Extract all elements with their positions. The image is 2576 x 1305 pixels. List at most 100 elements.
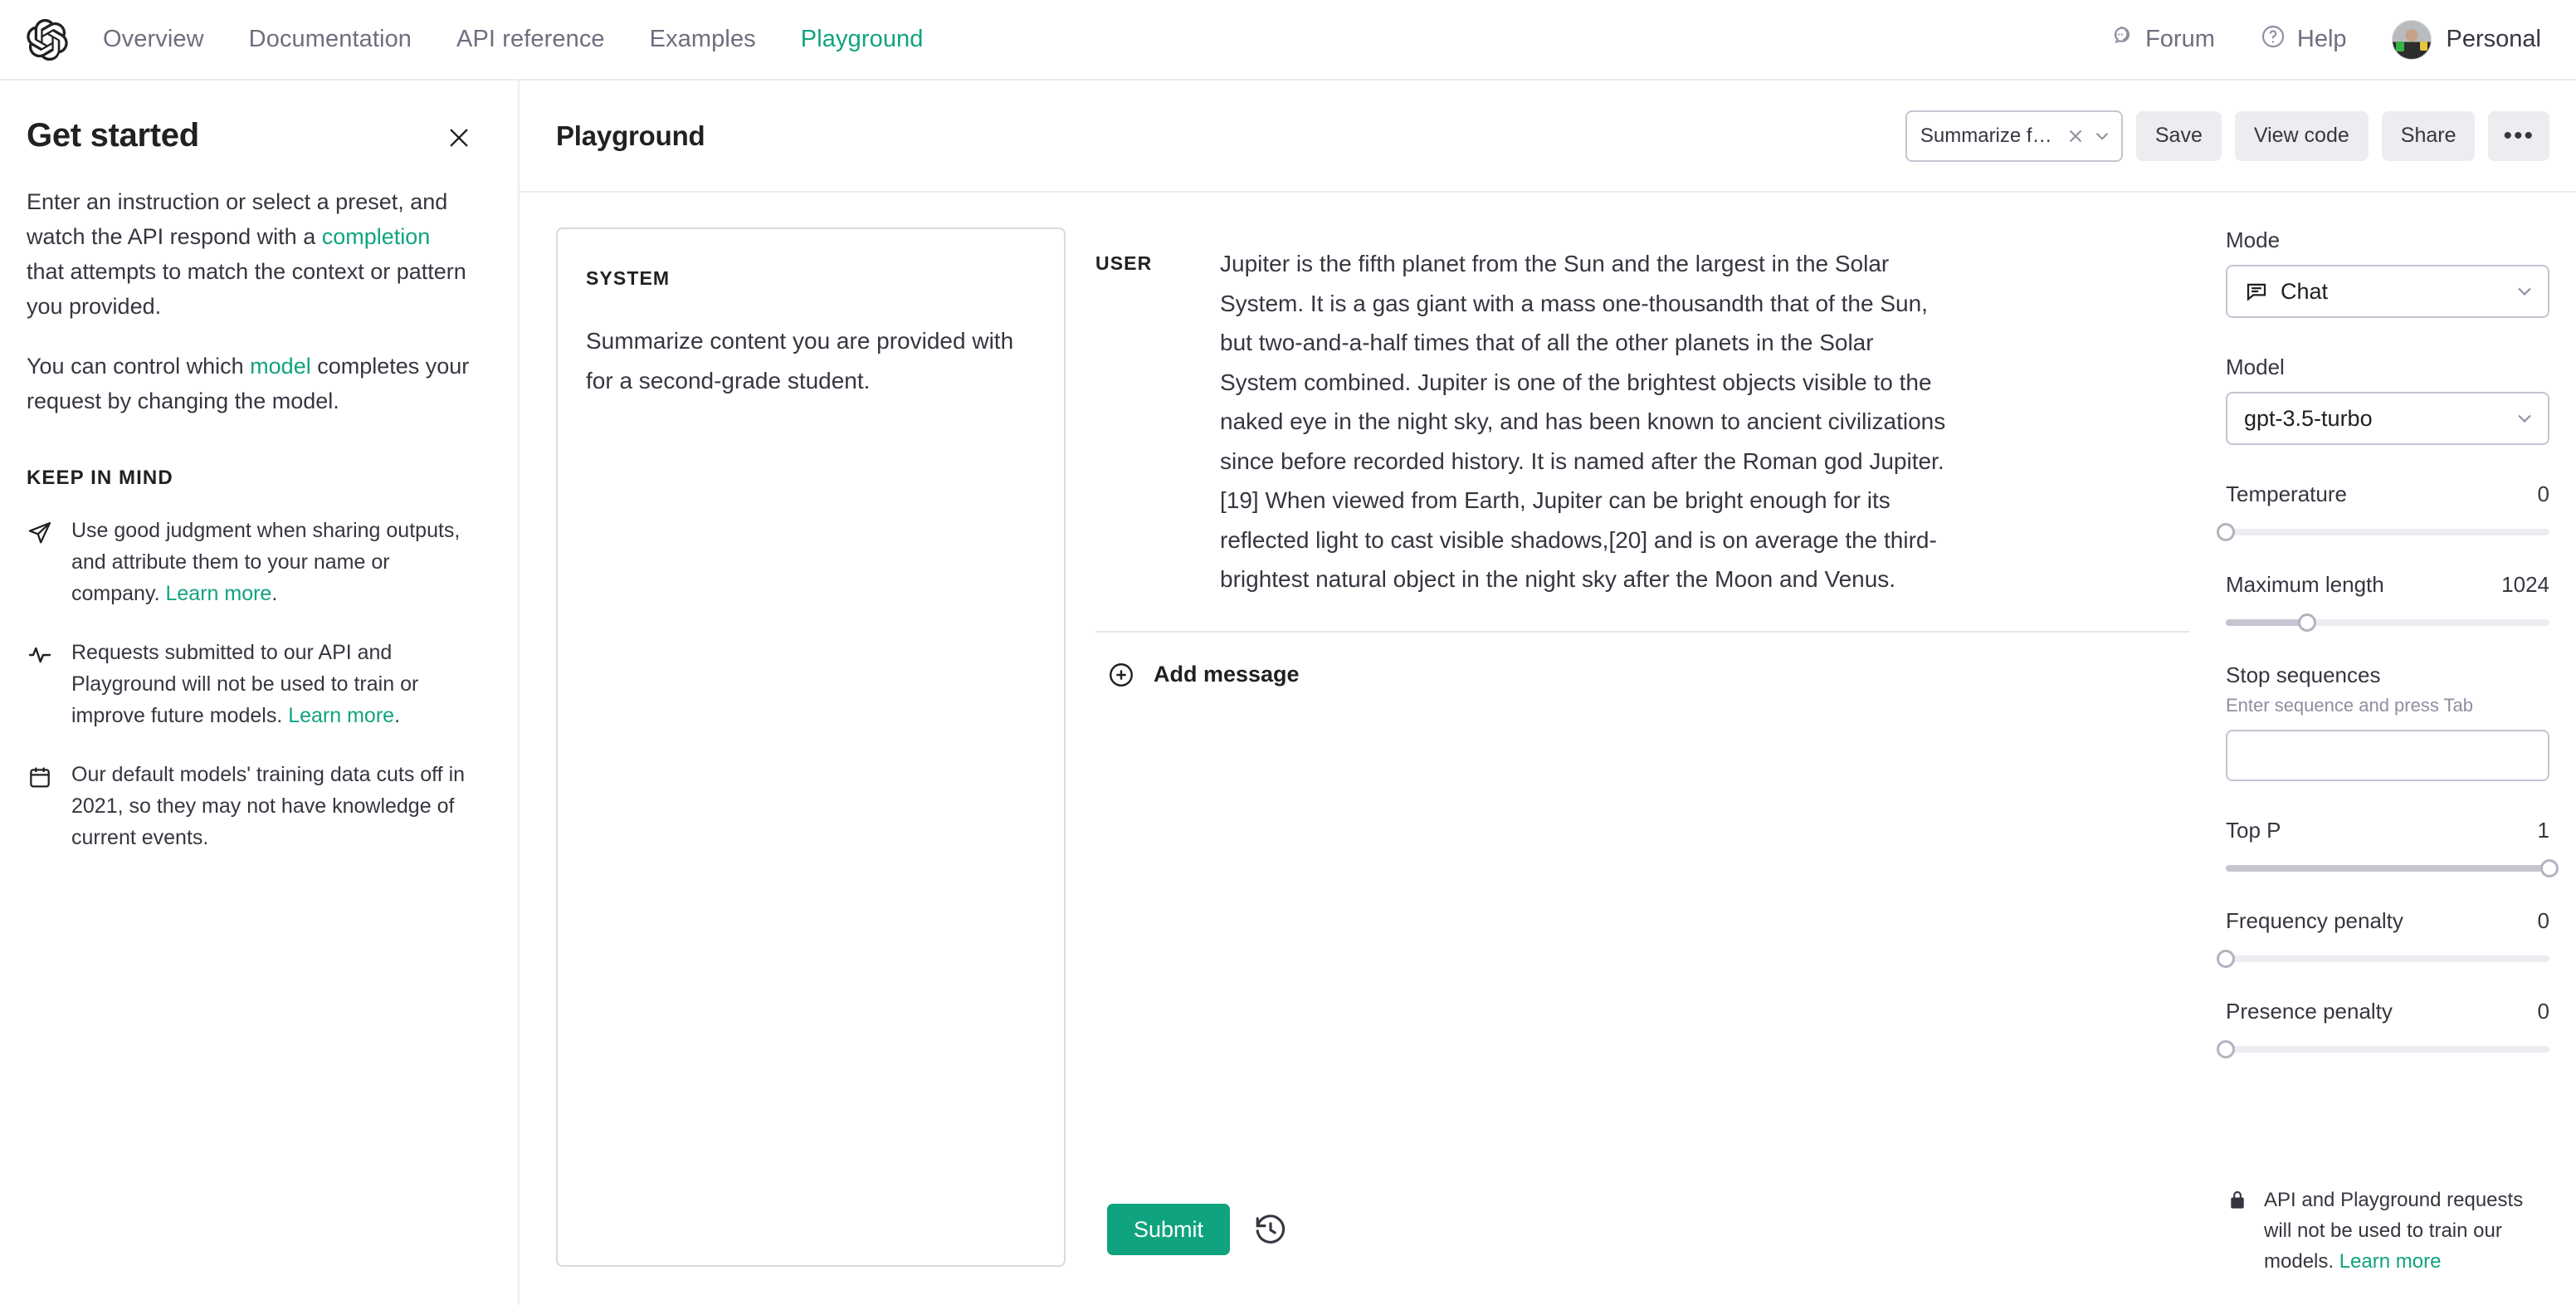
- nav-link-examples[interactable]: Examples: [650, 26, 756, 53]
- sidebar-p1-text-b: that attempts to match the context or pa…: [27, 259, 466, 319]
- chevron-down-icon: [2513, 280, 2536, 303]
- stop-sequences-input[interactable]: [2226, 730, 2549, 781]
- maximum-length-slider[interactable]: [2226, 613, 2549, 632]
- maximum-length-label: Maximum length: [2226, 572, 2384, 597]
- nav-link-documentation[interactable]: Documentation: [249, 26, 412, 53]
- frequency-penalty-slider-group: Frequency penalty 0: [2217, 908, 2549, 968]
- frequency-penalty-slider[interactable]: [2217, 950, 2549, 968]
- temperature-label: Temperature: [2226, 481, 2347, 506]
- top-p-value: 1: [2537, 818, 2549, 843]
- submit-button[interactable]: Submit: [1107, 1204, 1231, 1255]
- temperature-slider[interactable]: [2217, 523, 2549, 541]
- list-item: Requests submitted to our API and Playgr…: [27, 637, 473, 731]
- help-label: Help: [2296, 26, 2347, 52]
- nav-links: Overview Documentation API reference Exa…: [103, 26, 924, 53]
- openai-logo-icon[interactable]: [27, 18, 68, 61]
- list-item-text: Our default models' training data cuts o…: [71, 759, 473, 853]
- main-column: Playground Summarize for a 2nd gra...: [520, 81, 2576, 1305]
- slider-knob[interactable]: [2540, 859, 2559, 877]
- list-item: Our default models' training data cuts o…: [27, 759, 473, 853]
- activity-pulse-icon: [27, 642, 53, 668]
- calendar-icon: [27, 764, 53, 790]
- system-message-text[interactable]: Summarize content you are provided with …: [586, 321, 1032, 401]
- chat-mode-icon: [2244, 279, 2269, 304]
- top-p-slider[interactable]: [2226, 859, 2559, 877]
- save-button[interactable]: Save: [2135, 110, 2222, 161]
- chat-column: USER Jupiter is the fifth planet from th…: [1095, 227, 2208, 1305]
- mode-label: Mode: [2226, 227, 2281, 252]
- kim-3-text-a: Our default models' training data cuts o…: [71, 763, 466, 849]
- top-navigation-bar: Overview Documentation API reference Exa…: [0, 0, 2576, 81]
- close-icon[interactable]: [445, 124, 473, 152]
- plus-circle-icon: [1107, 661, 1135, 689]
- playground-content: SYSTEM Summarize content you are provide…: [520, 193, 2576, 1305]
- preset-selector-value: Summarize for a 2nd gra...: [1920, 124, 2060, 147]
- more-options-button[interactable]: •••: [2488, 110, 2549, 161]
- system-column: SYSTEM Summarize content you are provide…: [520, 227, 1095, 1305]
- sidebar-paragraph-2: You can control which model completes yo…: [27, 349, 473, 418]
- model-link[interactable]: model: [250, 354, 311, 379]
- account-label: Personal: [2446, 26, 2541, 52]
- toolbar-actions: Summarize for a 2nd gra... Save View cod…: [1905, 110, 2549, 162]
- presence-penalty-value: 0: [2537, 999, 2549, 1024]
- forum-button[interactable]: Forum: [2108, 23, 2215, 56]
- close-icon[interactable]: [2065, 125, 2086, 147]
- slider-knob[interactable]: [2297, 613, 2316, 632]
- chat-bubble-icon: [2108, 23, 2134, 56]
- playground-title: Playground: [556, 120, 705, 151]
- slider-fill: [2226, 619, 2307, 626]
- list-item-text: Use good judgment when sharing outputs, …: [71, 515, 473, 609]
- message-text[interactable]: Jupiter is the fifth planet from the Sun…: [1220, 244, 1950, 599]
- add-message-label: Add message: [1154, 662, 1300, 687]
- list-item: Use good judgment when sharing outputs, …: [27, 515, 473, 609]
- forum-label: Forum: [2145, 26, 2215, 52]
- slider-knob[interactable]: [2217, 950, 2235, 968]
- privacy-note: API and Playground requests will not be …: [2226, 1185, 2549, 1305]
- chevron-down-icon[interactable]: [2091, 125, 2113, 147]
- share-button[interactable]: Share: [2381, 110, 2476, 161]
- slider-knob[interactable]: [2217, 1040, 2235, 1058]
- sidebar-header: Get started: [27, 117, 473, 154]
- privacy-note-text: API and Playground requests will not be …: [2264, 1185, 2549, 1277]
- slider-fill: [2226, 865, 2549, 872]
- model-label: Model: [2226, 354, 2285, 379]
- system-label: SYSTEM: [586, 267, 671, 289]
- slider-knob[interactable]: [2217, 523, 2235, 541]
- preset-selector[interactable]: Summarize for a 2nd gra...: [1905, 110, 2123, 162]
- paper-plane-icon: [27, 520, 53, 546]
- help-button[interactable]: Help: [2260, 23, 2347, 56]
- presence-penalty-slider[interactable]: [2217, 1040, 2549, 1058]
- nav-link-overview[interactable]: Overview: [103, 26, 204, 53]
- keep-in-mind-heading: KEEP IN MIND: [27, 467, 173, 489]
- submit-row: Submit: [1095, 1204, 2189, 1305]
- learn-more-link-1[interactable]: Learn more: [165, 582, 271, 605]
- model-select-value: gpt-3.5-turbo: [2244, 405, 2373, 431]
- view-code-button[interactable]: View code: [2234, 110, 2369, 161]
- model-group: Model gpt-3.5-turbo: [2226, 354, 2549, 445]
- model-select[interactable]: gpt-3.5-turbo: [2226, 392, 2549, 445]
- question-circle-icon: [2260, 23, 2286, 56]
- history-clock-icon[interactable]: [1253, 1212, 1288, 1247]
- stop-sequences-group: Stop sequences Enter sequence and press …: [2226, 662, 2549, 781]
- maximum-length-value: 1024: [2501, 572, 2549, 597]
- playground-toolbar: Playground Summarize for a 2nd gra...: [520, 81, 2576, 193]
- nav-link-playground[interactable]: Playground: [801, 26, 924, 53]
- message-role-label: USER: [1095, 252, 1153, 274]
- lock-icon: [2226, 1189, 2249, 1212]
- kim-1-text-b: .: [271, 582, 278, 605]
- mode-select[interactable]: Chat: [2226, 265, 2549, 318]
- system-message-box[interactable]: SYSTEM Summarize content you are provide…: [556, 227, 1066, 1267]
- presence-penalty-label: Presence penalty: [2226, 999, 2393, 1024]
- completion-link[interactable]: completion: [322, 224, 431, 249]
- account-button[interactable]: Personal: [2391, 19, 2541, 60]
- add-message-button[interactable]: Add message: [1095, 633, 2189, 689]
- settings-panel: Mode Chat Model gpt-3.5-turbo Temperatur…: [2208, 227, 2576, 1305]
- chat-message-row: USER Jupiter is the fifth planet from th…: [1095, 227, 2189, 599]
- mode-group: Mode Chat: [2226, 227, 2549, 318]
- learn-more-link-privacy[interactable]: Learn more: [2339, 1250, 2442, 1273]
- presence-penalty-slider-group: Presence penalty 0: [2217, 999, 2549, 1058]
- get-started-sidebar: Get started Enter an instruction or sele…: [0, 81, 520, 1305]
- learn-more-link-2[interactable]: Learn more: [288, 704, 394, 727]
- temperature-value: 0: [2537, 481, 2549, 506]
- nav-link-api-reference[interactable]: API reference: [456, 26, 605, 53]
